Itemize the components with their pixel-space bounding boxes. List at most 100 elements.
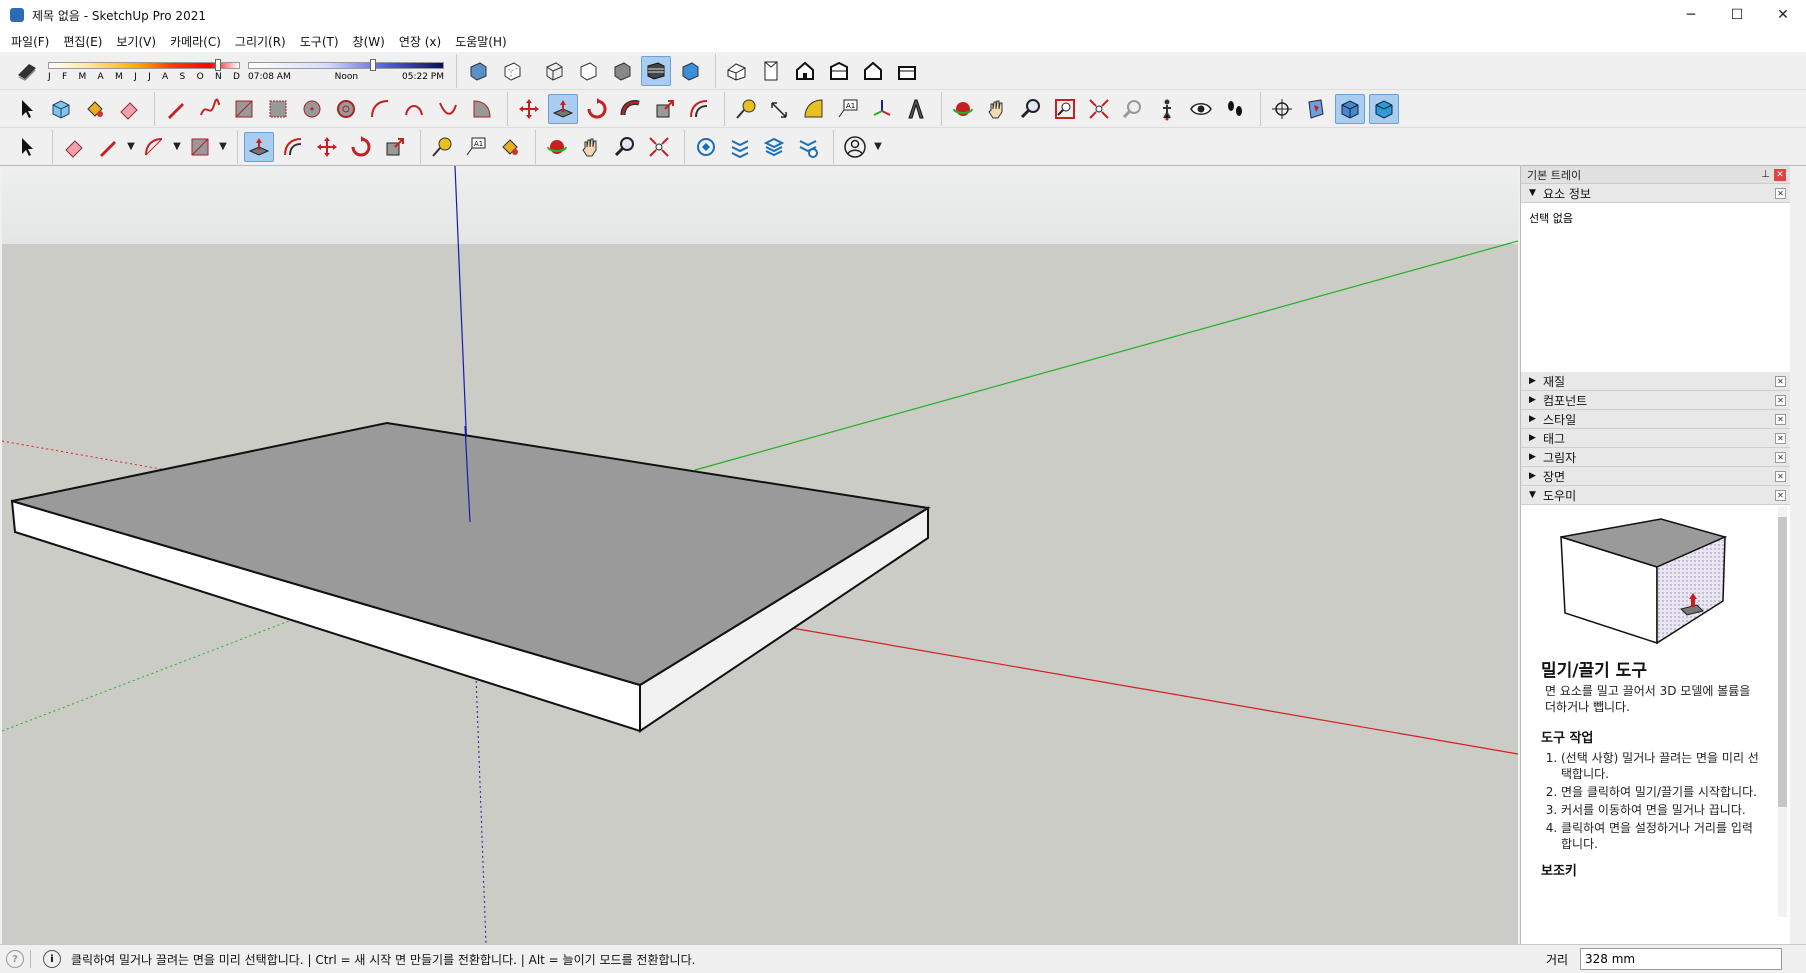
rotate-tool-button[interactable] [582, 94, 612, 124]
tape-measure-button[interactable] [731, 94, 761, 124]
two-point-arc-button[interactable] [399, 94, 429, 124]
shadow-time-slider[interactable]: 07:08 AM Noon 05:22 PM [248, 56, 444, 86]
panel-close-icon[interactable]: ✕ [1775, 188, 1786, 199]
geo-location-icon[interactable]: ? [6, 950, 24, 968]
select-tool-button[interactable] [12, 94, 42, 124]
menu-draw[interactable]: 그리기(R) [228, 33, 293, 50]
shadow-toggle-button[interactable] [12, 56, 42, 86]
layout-button[interactable] [759, 132, 789, 162]
panel-styles-header[interactable]: ▶ 스타일 ✕ [1521, 410, 1790, 429]
instructor-scroll-thumb[interactable] [1778, 517, 1787, 807]
tray-close-icon[interactable]: ✕ [1774, 168, 1786, 181]
panel-close-icon[interactable]: ✕ [1775, 376, 1786, 387]
circle-tool-button[interactable] [297, 94, 327, 124]
line-tool-dropdown[interactable]: ▼ [125, 132, 137, 162]
monochrome-button[interactable] [675, 56, 705, 86]
rectangle-tool-button-2[interactable] [185, 132, 215, 162]
panel-close-icon[interactable]: ✕ [1775, 452, 1786, 463]
paint-bucket-button[interactable] [80, 94, 110, 124]
zoom-window-button[interactable] [1050, 94, 1080, 124]
pie-tool-button[interactable] [467, 94, 497, 124]
xray-button[interactable] [463, 56, 493, 86]
iso-view-button[interactable] [722, 56, 752, 86]
panel-entity-info-header[interactable]: ▼ 요소 정보 ✕ [1521, 184, 1790, 203]
panel-close-icon[interactable]: ✕ [1775, 395, 1786, 406]
scene-canvas[interactable] [2, 166, 1518, 944]
display-section-fill-button[interactable] [1369, 93, 1399, 124]
push-pull-tool-button[interactable] [548, 93, 578, 124]
position-camera-button[interactable] [1152, 94, 1182, 124]
scale-tool-button[interactable] [650, 94, 680, 124]
arc-tool-dropdown[interactable]: ▼ [171, 132, 183, 162]
maximize-button[interactable]: ☐ [1714, 0, 1760, 30]
3d-text-button[interactable] [901, 94, 931, 124]
section-plane-button[interactable] [1267, 94, 1297, 124]
text-tool-button[interactable]: A1 [833, 94, 863, 124]
menu-view[interactable]: 보기(V) [109, 33, 163, 50]
panel-close-icon[interactable]: ✕ [1775, 471, 1786, 482]
panel-shadows-header[interactable]: ▶ 그림자 ✕ [1521, 448, 1790, 467]
back-view-button[interactable] [858, 56, 888, 86]
panel-materials-header[interactable]: ▶ 재질 ✕ [1521, 372, 1790, 391]
display-section-cuts-button[interactable] [1335, 93, 1365, 124]
menu-help[interactable]: 도움말(H) [448, 33, 514, 50]
panel-scenes-header[interactable]: ▶ 장면 ✕ [1521, 467, 1790, 486]
front-view-button[interactable] [790, 56, 820, 86]
menu-extensions[interactable]: 연장 (x) [392, 33, 448, 50]
offset-tool-button-2[interactable] [278, 132, 308, 162]
move-tool-button-2[interactable] [312, 132, 342, 162]
pin-icon[interactable]: ⊥ [1761, 169, 1770, 181]
wireframe-button[interactable] [539, 56, 569, 86]
orbit-button[interactable] [948, 94, 978, 124]
arc-tool-button[interactable] [365, 94, 395, 124]
account-dropdown[interactable]: ▼ [872, 132, 884, 162]
extension-manager-button[interactable] [793, 132, 823, 162]
zoom-button-2[interactable] [610, 132, 640, 162]
text-tool-button-2[interactable]: A1 [461, 132, 491, 162]
right-view-button[interactable] [824, 56, 854, 86]
arc-tool-button-2[interactable] [139, 132, 169, 162]
zoom-extents-button[interactable] [1084, 94, 1114, 124]
back-edges-button[interactable] [497, 56, 527, 86]
look-around-button[interactable] [1186, 94, 1216, 124]
3d-warehouse-button[interactable] [691, 132, 721, 162]
freehand-tool-button[interactable] [195, 94, 225, 124]
rectangle-tool-button[interactable] [229, 94, 259, 124]
shape-tool-dropdown[interactable]: ▼ [217, 132, 229, 162]
polygon-tool-button[interactable] [331, 94, 361, 124]
panel-close-icon[interactable]: ✕ [1775, 414, 1786, 425]
pan-button-2[interactable] [576, 132, 606, 162]
zoom-extents-button-2[interactable] [644, 132, 674, 162]
extension-warehouse-button[interactable] [725, 132, 755, 162]
menu-camera[interactable]: 카메라(C) [163, 33, 228, 50]
time-slider-thumb[interactable] [369, 58, 376, 71]
move-tool-button[interactable] [514, 94, 544, 124]
menu-tools[interactable]: 도구(T) [293, 33, 346, 50]
eraser-button-2[interactable] [59, 132, 89, 162]
orbit-button-2[interactable] [542, 132, 572, 162]
paint-bucket-button-2[interactable] [495, 132, 525, 162]
display-section-planes-button[interactable] [1301, 94, 1331, 124]
shaded-textures-button[interactable] [641, 55, 671, 86]
modeling-viewport[interactable] [2, 166, 1518, 944]
panel-tags-header[interactable]: ▶ 태그 ✕ [1521, 429, 1790, 448]
push-pull-tool-button-2[interactable] [244, 131, 274, 162]
axes-tool-button[interactable] [867, 94, 897, 124]
protractor-button[interactable] [799, 94, 829, 124]
line-tool-button[interactable] [161, 94, 191, 124]
menu-edit[interactable]: 편집(E) [56, 33, 109, 50]
menu-window[interactable]: 창(W) [346, 33, 392, 50]
pan-button[interactable] [982, 94, 1012, 124]
top-view-button[interactable] [756, 56, 786, 86]
info-icon[interactable]: i [43, 950, 61, 968]
instructor-scrollbar[interactable] [1778, 507, 1787, 917]
panel-instructor-header[interactable]: ▼ 도우미 ✕ [1521, 486, 1790, 505]
zoom-button[interactable] [1016, 94, 1046, 124]
three-point-arc-button[interactable] [433, 94, 463, 124]
line-tool-button-2[interactable] [93, 132, 123, 162]
follow-me-button[interactable] [616, 94, 646, 124]
measurements-input[interactable] [1580, 948, 1782, 970]
make-component-button[interactable] [46, 94, 76, 124]
panel-close-icon[interactable]: ✕ [1775, 433, 1786, 444]
shadow-month-slider[interactable]: J F M A M J J A S O N D [48, 56, 240, 86]
